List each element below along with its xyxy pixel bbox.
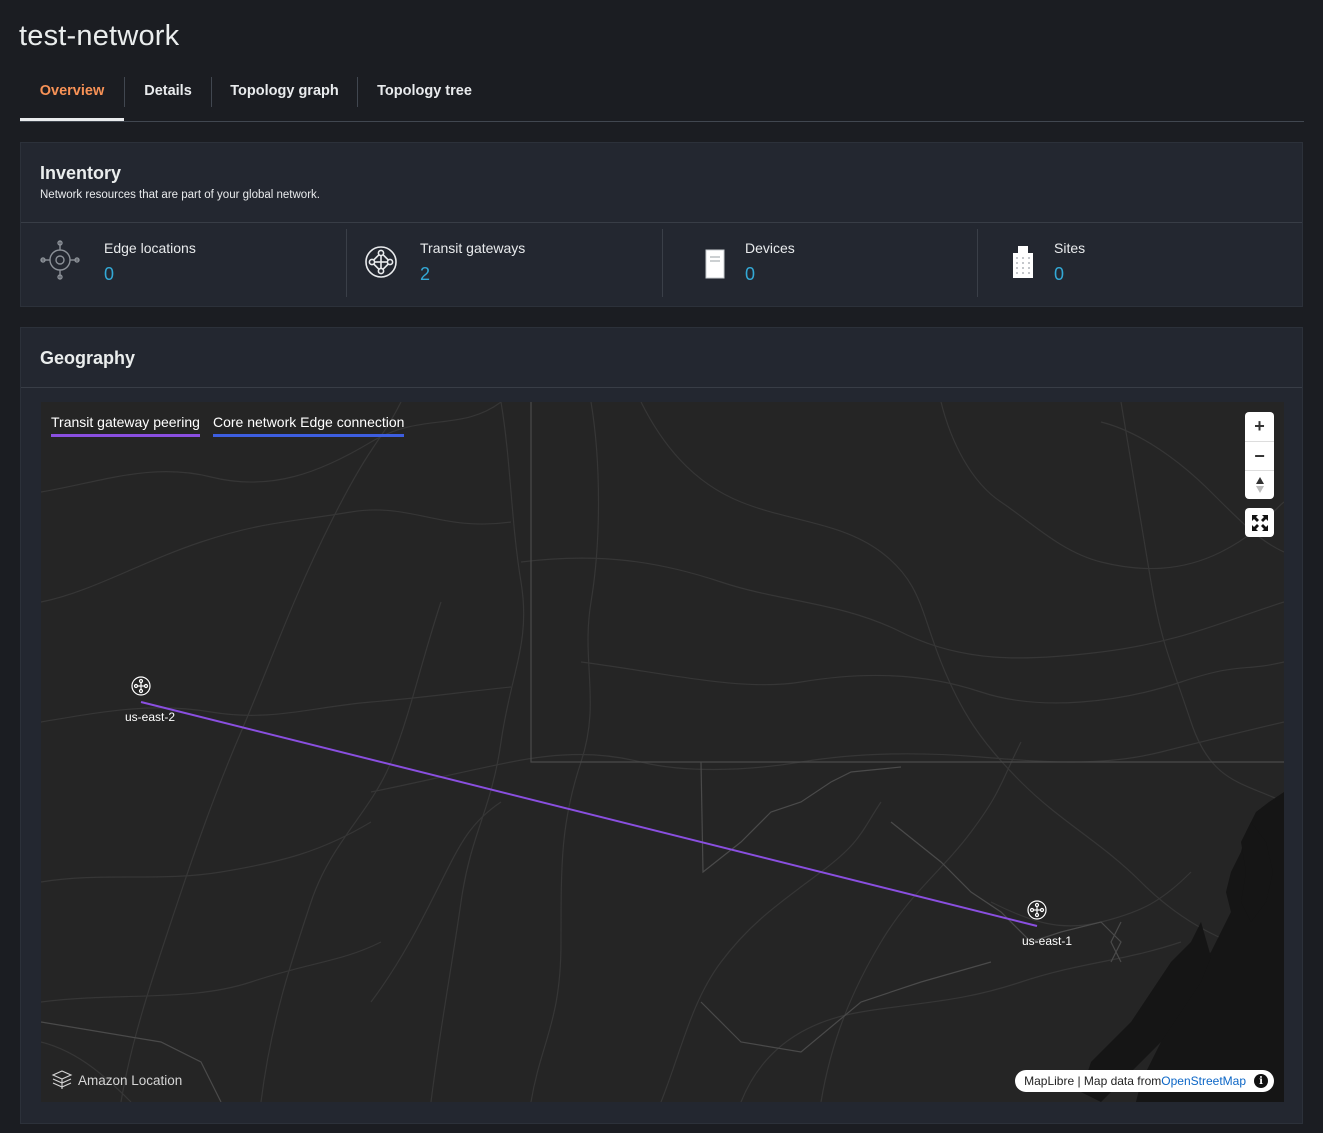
tab-overview[interactable]: Overview bbox=[20, 76, 124, 121]
stat-sites: Sites 0 bbox=[978, 223, 1304, 301]
device-icon bbox=[705, 249, 725, 279]
inventory-title: Inventory bbox=[40, 163, 122, 183]
map-navigation-controls: + − bbox=[1245, 412, 1274, 499]
attribution-text: MapLibre | Map data from bbox=[1024, 1074, 1162, 1088]
node-label-us-east-2: us-east-2 bbox=[125, 710, 176, 724]
transit-gateway-icon[interactable] bbox=[1027, 900, 1047, 920]
node-label-us-east-1: us-east-1 bbox=[1022, 934, 1073, 948]
stat-edge-locations: Edge locations 0 bbox=[21, 223, 346, 301]
map-attribution: MapLibre | Map data from OpenStreetMap i bbox=[1015, 1070, 1274, 1092]
network-overview-page: test-network Overview Details Topology g… bbox=[0, 0, 1323, 1133]
geography-map[interactable]: us-east-2 us-east-1 Transit gateway peer… bbox=[41, 402, 1284, 1102]
geography-panel: Geography us-east-2 us-east-1 Transit ga… bbox=[20, 327, 1303, 1124]
site-building-icon bbox=[1013, 246, 1033, 278]
tab-bar: Overview Details Topology graph Topology… bbox=[20, 76, 1304, 122]
stat-value[interactable]: 0 bbox=[104, 264, 114, 285]
stat-devices: Devices 0 bbox=[663, 223, 977, 301]
stat-label: Edge locations bbox=[104, 240, 196, 256]
compass-button[interactable] bbox=[1245, 470, 1274, 499]
legend-core-network-edge-connection[interactable]: Core network Edge connection bbox=[213, 414, 405, 437]
transit-gateway-icon[interactable] bbox=[131, 676, 151, 696]
inventory-stats: Edge locations 0 Transit gateways 2 Devi… bbox=[21, 223, 1304, 307]
stat-value[interactable]: 0 bbox=[745, 264, 755, 285]
openstreetmap-link[interactable]: OpenStreetMap bbox=[1161, 1074, 1246, 1088]
compass-icon bbox=[1255, 477, 1264, 493]
info-icon[interactable]: i bbox=[1254, 1074, 1268, 1088]
inventory-header: Inventory Network resources that are par… bbox=[21, 143, 1302, 223]
stat-value[interactable]: 0 bbox=[1054, 264, 1064, 285]
edge-location-icon bbox=[40, 240, 80, 280]
tab-details[interactable]: Details bbox=[125, 76, 211, 120]
amazon-location-label: Amazon Location bbox=[78, 1072, 183, 1088]
zoom-out-button[interactable]: − bbox=[1245, 441, 1274, 470]
page-title: test-network bbox=[19, 20, 180, 52]
transit-gateway-icon bbox=[365, 246, 397, 278]
tab-topology-tree[interactable]: Topology tree bbox=[358, 76, 491, 120]
stat-label: Devices bbox=[745, 240, 795, 256]
stat-value[interactable]: 2 bbox=[420, 264, 430, 285]
tab-topology-graph[interactable]: Topology graph bbox=[212, 76, 357, 120]
amazon-location-logo: Amazon Location bbox=[51, 1070, 182, 1090]
geography-header: Geography bbox=[21, 328, 1302, 388]
legend-transit-gateway-peering[interactable]: Transit gateway peering bbox=[51, 414, 200, 437]
stat-transit-gateways: Transit gateways 2 bbox=[347, 223, 662, 301]
transit-gateway-peering-line[interactable] bbox=[41, 402, 1284, 1102]
amazon-location-icon bbox=[51, 1070, 73, 1089]
inventory-description: Network resources that are part of your … bbox=[40, 189, 320, 201]
geography-title: Geography bbox=[40, 348, 136, 368]
inventory-panel: Inventory Network resources that are par… bbox=[20, 142, 1303, 307]
fullscreen-button[interactable] bbox=[1245, 508, 1274, 537]
zoom-in-button[interactable]: + bbox=[1245, 412, 1274, 441]
fullscreen-icon bbox=[1251, 514, 1268, 531]
stat-label: Sites bbox=[1054, 240, 1086, 256]
stat-label: Transit gateways bbox=[420, 240, 526, 256]
